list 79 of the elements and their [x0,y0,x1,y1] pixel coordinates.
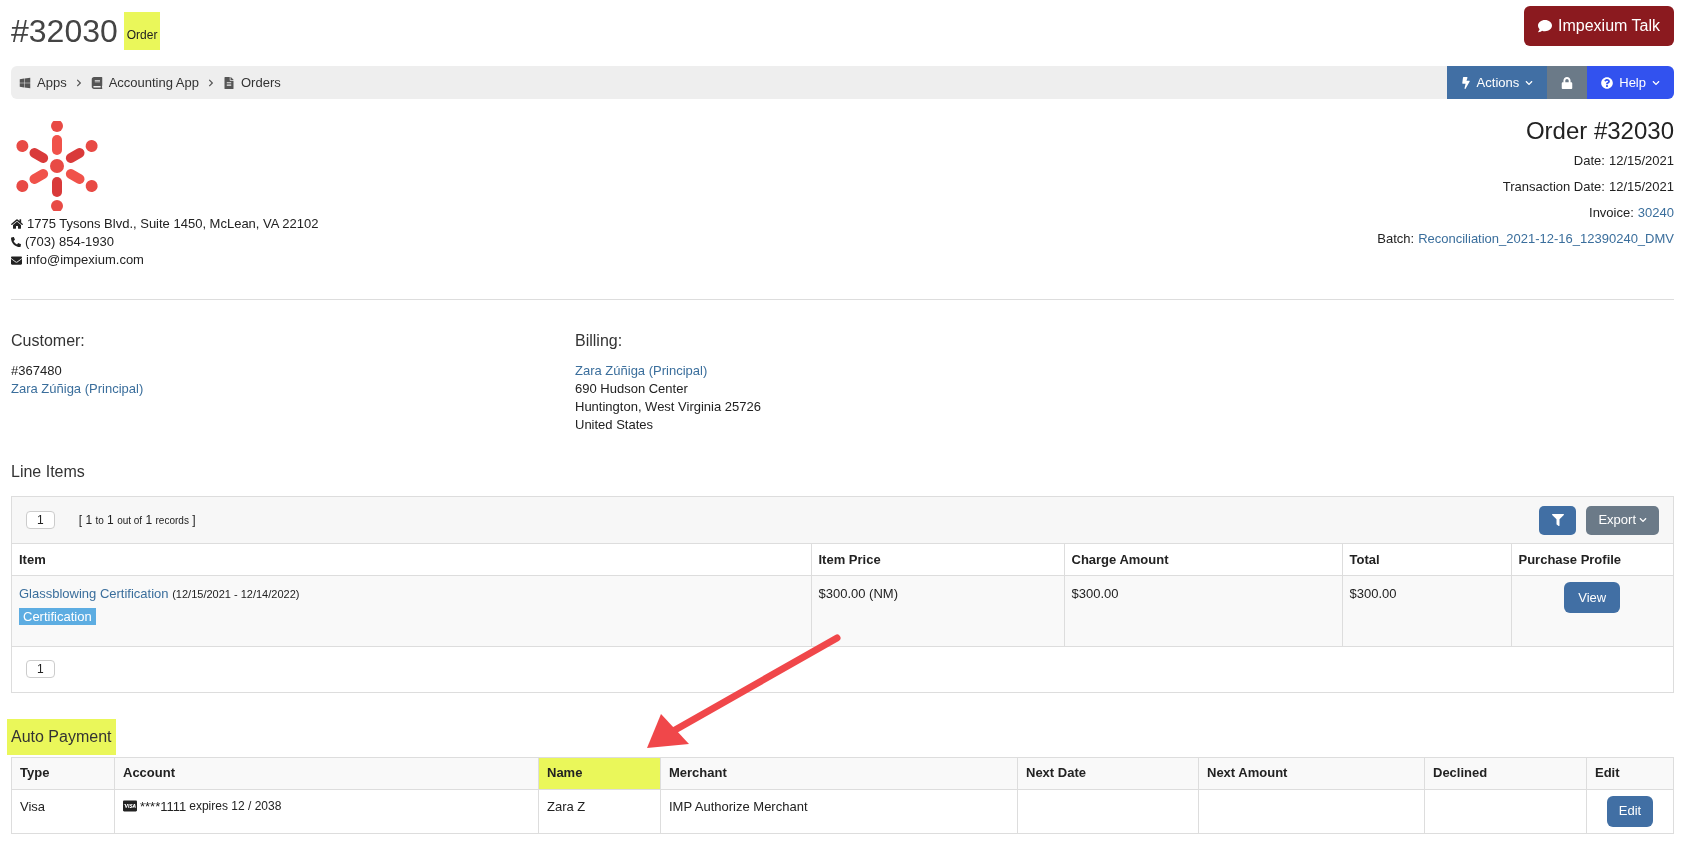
column-header: Edit [1586,757,1674,789]
section-heading: Customer: [11,332,86,350]
field-label: Batch: [1377,230,1415,248]
field-label: Invoice: [1589,204,1634,222]
records-count: [ 1 to 1 out of 1 records ] [78,512,196,529]
filter-icon [1551,514,1564,526]
section-heading: Auto Payment [7,718,116,755]
envelope-icon [11,254,22,266]
customer-number: #367480 [11,362,63,380]
chat-icon [1538,19,1553,33]
card-expiry: expires 12 / 2038 [189,798,282,816]
billing-link[interactable]: Zara Zúñiga (Principal) [575,362,761,380]
table-cell: $300.00 [1342,575,1511,646]
field-value: 12/15/2021 [1608,152,1674,170]
column-header: Item Price [811,543,1064,576]
export-button[interactable]: Export [1586,505,1659,535]
grid-icon [19,76,31,89]
caret-icon [1525,78,1534,87]
talk-button[interactable]: Impexium Talk [1524,6,1674,46]
column-header: Charge Amount [1064,543,1342,576]
phone-icon [11,237,21,247]
billing-address-line: 690 Hudson Center [575,380,689,398]
file-icon [223,76,235,89]
chevron-icon [207,78,215,87]
page-title: #32030 [11,12,118,50]
table-cell: Visa [11,789,115,833]
field-value: 12/15/2021 [1608,178,1674,196]
item-link[interactable]: Glassblowing Certification [19,586,169,601]
view-button[interactable]: View [1564,582,1621,613]
lock-button[interactable] [1547,66,1588,99]
breadcrumb-link[interactable]: Orders [223,72,281,93]
column-header: Next Date [1017,757,1199,789]
company-phone: (703) 854-1930 [25,233,114,251]
customer-link[interactable]: Zara Zúñiga (Principal) [11,380,575,398]
chevron-icon [74,78,83,87]
field-link[interactable]: Reconciliation_2021-12-16_12390240_DMV [1418,227,1674,251]
lock-icon [1561,76,1574,89]
field-link[interactable]: 30240 [1637,201,1674,225]
section-heading: Billing: [575,332,624,350]
breadcrumb-link[interactable]: Accounting App [90,72,199,93]
book-icon [90,76,103,89]
table-cell: $300.00 (NM) [811,575,1064,646]
column-header: Declined [1424,757,1587,789]
column-header: Item [12,543,811,576]
field-label: Transaction Date: [1502,178,1605,196]
billing-address-line: Huntington, West Virginia 25726 [575,398,761,416]
field-label: Date: [1573,152,1605,170]
bolt-icon [1460,76,1471,89]
column-header: Account [114,757,539,789]
item-dates: (12/15/2021 - 12/14/2022) [172,588,300,600]
help-button[interactable]: Help [1587,66,1674,99]
card-icon [123,799,137,814]
filter-button[interactable] [1539,505,1577,535]
page-number[interactable]: 1 [26,660,55,678]
item-tag: Certification [19,607,96,625]
table-cell: IMP Authorize Merchant [660,789,1018,833]
column-header: Merchant [660,757,1018,789]
home-icon [11,218,23,230]
billing-address-line: United States [575,416,655,434]
column-header: Total [1342,543,1511,576]
column-header: Type [11,757,115,789]
column-header: Name [538,757,661,789]
page-subtitle: Order [123,12,161,50]
card-number: ****1111 [140,797,187,816]
breadcrumb-link[interactable]: Apps [19,72,67,93]
caret-icon [1639,516,1647,524]
order-title: Order #32030 [1525,117,1674,145]
actions-button[interactable]: Actions [1446,66,1548,99]
table-cell: Zara Z [538,789,661,833]
company-email: info@impexium.com [26,251,144,269]
help-icon [1601,76,1614,89]
page-number[interactable]: 1 [26,511,55,529]
column-header: Purchase Profile [1511,543,1673,576]
column-header: Next Amount [1198,757,1425,789]
company-address: 1775 Tysons Blvd., Suite 1450, McLean, VA 22102 [27,215,319,233]
edit-button[interactable]: Edit [1606,795,1654,827]
caret-icon [1652,78,1660,87]
section-heading: Line Items [11,462,86,482]
table-cell: $300.00 [1064,575,1342,646]
